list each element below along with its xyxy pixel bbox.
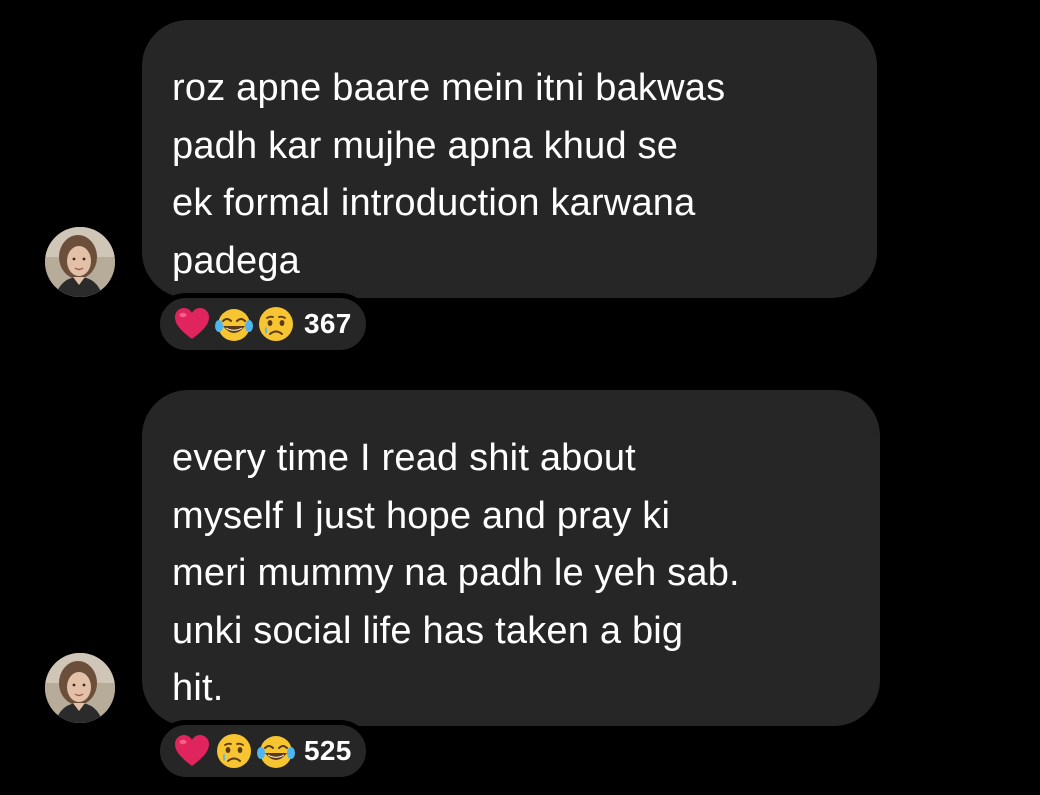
comment-2-reactions[interactable]: 525 [155, 720, 371, 782]
reaction-count: 525 [304, 735, 352, 766]
red-heart-icon [172, 304, 212, 344]
laughing-tears-icon [214, 304, 254, 344]
comment-1-avatar[interactable] [45, 227, 115, 297]
red-heart-icon [172, 731, 212, 771]
comment-2-text: every time I read shit about myself I ju… [172, 437, 740, 709]
laughing-tears-icon [256, 731, 296, 771]
reaction-count: 367 [304, 308, 352, 339]
comment-2-avatar[interactable] [45, 653, 115, 723]
comment-1-bubble: roz apne baare mein itni bakwas padh kar… [142, 20, 877, 298]
crying-face-icon [256, 304, 296, 344]
comment-1-text: roz apne baare mein itni bakwas padh kar… [172, 67, 726, 282]
crying-face-icon [214, 731, 254, 771]
comment-1-reactions[interactable]: 367 [155, 293, 371, 355]
comment-2-bubble: every time I read shit about myself I ju… [142, 390, 880, 726]
